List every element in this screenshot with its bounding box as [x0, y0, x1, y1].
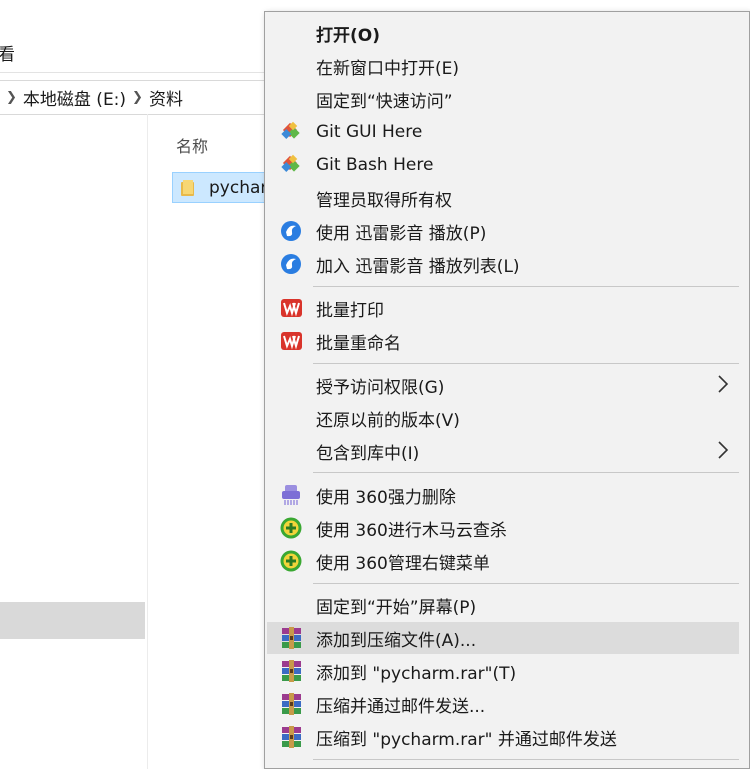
menu-item-360-scan[interactable]: 使用 360进行木马云查杀 [267, 512, 739, 544]
breadcrumb-folder[interactable]: 资料 [149, 85, 183, 110]
menu-item-add-to-rar[interactable]: 添加到 "pycharm.rar"(T) [267, 655, 739, 687]
winrar-icon [282, 660, 301, 682]
git-icon [281, 154, 300, 172]
menu-item-open[interactable]: 打开(O) [267, 17, 739, 49]
ribbon-tab-view[interactable]: 看 [0, 40, 15, 65]
menu-item-take-ownership[interactable]: 管理员取得所有权 [267, 182, 739, 214]
menu-item-pin-start[interactable]: 固定到“开始”屏幕(P) [267, 589, 739, 621]
menu-item-label: 使用 360强力删除 [316, 487, 456, 508]
menu-item-360-manage[interactable]: 使用 360管理右键菜单 [267, 545, 739, 577]
menu-item-label: 压缩并通过邮件发送... [316, 696, 486, 717]
menu-item-batch-print[interactable]: 批量打印 [267, 292, 739, 324]
breadcrumb-chevron-icon[interactable]: ❯ [132, 90, 143, 105]
menu-separator [313, 472, 739, 473]
menu-item-xunlei-playlist[interactable]: 加入 迅雷影音 播放列表(L) [267, 248, 739, 280]
menu-item-compress-email[interactable]: 压缩并通过邮件发送... [267, 688, 739, 720]
menu-item-batch-rename[interactable]: 批量重命名 [267, 325, 739, 357]
menu-item-add-to-archive[interactable]: 添加到压缩文件(A)... [267, 622, 739, 654]
menu-separator [313, 583, 739, 584]
menu-item-label: 压缩到 "pycharm.rar" 并通过邮件发送 [316, 729, 617, 750]
winrar-icon [282, 627, 301, 649]
menu-item-label: 打开(O) [316, 25, 380, 46]
winrar-icon [282, 726, 301, 748]
menu-item-label: 还原以前的版本(V) [316, 410, 460, 431]
menu-item-label: 管理员取得所有权 [316, 190, 452, 211]
menu-item-label: 批量打印 [316, 300, 384, 321]
menu-item-label: Git Bash Here [316, 155, 434, 175]
winrar-icon [282, 693, 301, 715]
menu-item-grant-access[interactable]: 授予访问权限(G) [267, 369, 739, 401]
git-icon [281, 121, 300, 139]
menu-item-open-new-window[interactable]: 在新窗口中打开(E) [267, 50, 739, 82]
menu-item-label: 授予访问权限(G) [316, 377, 445, 398]
menu-separator [313, 759, 739, 760]
chevron-right-icon [718, 441, 728, 459]
menu-item-label: 使用 迅雷影音 播放(P) [316, 223, 487, 244]
breadcrumb-drive[interactable]: 本地磁盘 (E:) [23, 85, 126, 110]
column-header-name[interactable]: 名称 [176, 133, 208, 157]
menu-item-xunlei-play[interactable]: 使用 迅雷影音 播放(P) [267, 215, 739, 247]
menu-item-label: 固定到“开始”屏幕(P) [316, 597, 477, 618]
menu-item-label: Git GUI Here [316, 122, 423, 142]
menu-separator [313, 286, 739, 287]
menu-item-label: 添加到压缩文件(A)... [316, 630, 477, 651]
menu-separator [313, 363, 739, 364]
menu-item-label: 加入 迅雷影音 播放列表(L) [316, 256, 520, 277]
nav-pane-selected-item[interactable] [0, 602, 145, 639]
wps-icon [280, 331, 303, 351]
menu-item-restore-versions[interactable]: 还原以前的版本(V) [267, 402, 739, 434]
menu-item-label: 使用 360进行木马云查杀 [316, 520, 507, 541]
xunlei-icon [281, 221, 301, 241]
menu-item-label: 批量重命名 [316, 333, 401, 354]
wps-icon [280, 298, 303, 318]
menu-item-compress-rar-email[interactable]: 压缩到 "pycharm.rar" 并通过邮件发送 [267, 721, 739, 753]
menu-item-label: 添加到 "pycharm.rar"(T) [316, 663, 517, 684]
menu-item-label: 包含到库中(I) [316, 443, 420, 464]
xunlei-icon [281, 254, 301, 274]
menu-item-360-shred[interactable]: 使用 360强力删除 [267, 479, 739, 511]
menu-item-label: 固定到“快速访问” [316, 91, 453, 112]
menu-item-pin-quick-access[interactable]: 固定到“快速访问” [267, 83, 739, 115]
chevron-right-icon [718, 375, 728, 393]
context-menu: 打开(O) 在新窗口中打开(E) 固定到“快速访问” Git GUI Here … [264, 11, 750, 769]
folder-icon [181, 179, 195, 196]
360-icon [279, 550, 303, 572]
shredder-icon [281, 484, 301, 506]
menu-item-label: 在新窗口中打开(E) [316, 58, 460, 79]
breadcrumb-chevron-icon[interactable]: ❯ [6, 90, 17, 105]
360-icon [279, 517, 303, 539]
navigation-pane [0, 114, 148, 769]
menu-item-git-gui[interactable]: Git GUI Here [267, 116, 739, 148]
menu-item-git-bash[interactable]: Git Bash Here [267, 149, 739, 181]
menu-item-include-library[interactable]: 包含到库中(I) [267, 435, 739, 467]
menu-item-label: 使用 360管理右键菜单 [316, 553, 490, 574]
